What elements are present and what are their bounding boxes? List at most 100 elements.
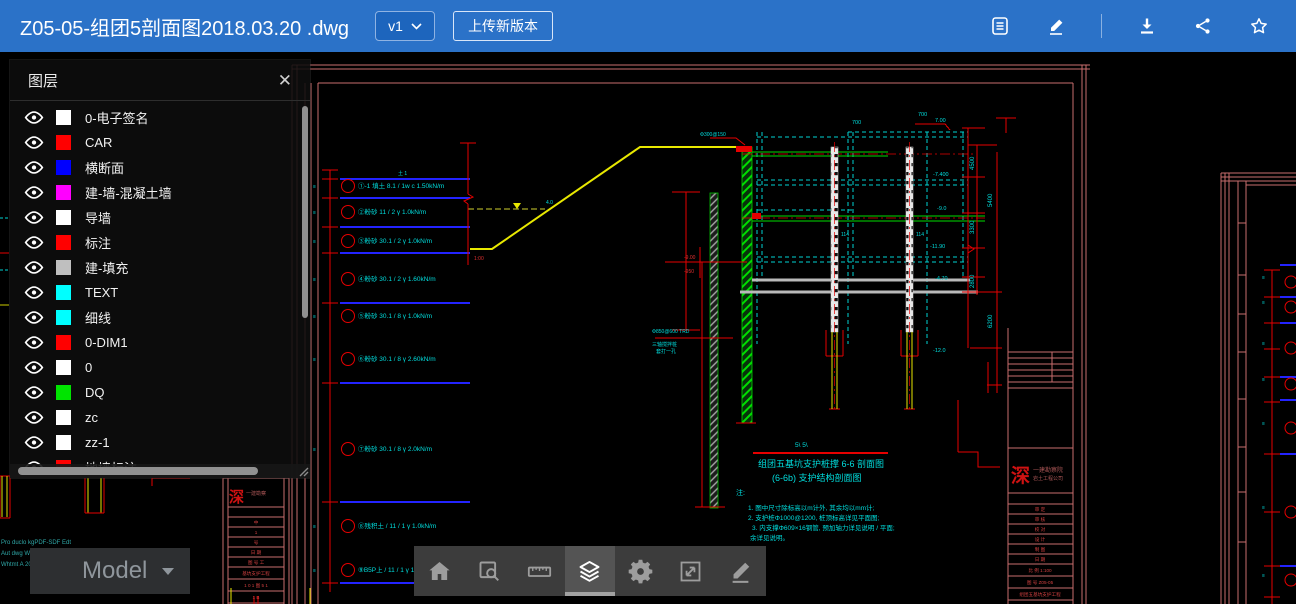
layer-item[interactable]: 建-填充 [10,255,310,280]
svg-text:余详见说明。: 余详见说明。 [750,533,789,542]
home-icon[interactable] [414,546,464,596]
svg-text:注:: 注: [736,488,745,497]
svg-text:1 B: 1 B [253,595,260,600]
layer-color-swatch [56,310,71,325]
svg-text:-4.70: -4.70 [935,276,948,282]
fullscreen-icon[interactable] [665,546,715,596]
layer-color-swatch [56,185,71,200]
retaining-walls: -9.00 -950 Φ300@150 Φ850@600 TRD 三轴搅拌桩 套… [652,132,756,508]
version-dropdown[interactable]: v1 [375,11,435,41]
svg-text:≡: ≡ [1262,573,1265,579]
visibility-eye-icon[interactable] [24,411,44,425]
visibility-eye-icon[interactable] [24,436,44,450]
layer-item[interactable]: 横断面 [10,155,310,180]
layers-panel-title: 图层 [28,70,274,91]
zoom-window-icon[interactable] [464,546,514,596]
layer-item[interactable]: 0-DIM1 [10,330,310,355]
layer-item[interactable]: CAR [10,130,310,155]
layers-icon[interactable] [565,546,615,596]
visibility-eye-icon[interactable] [24,386,44,400]
dwg-viewer-app: Z05-05-组团5剖面图2018.03.20 .dwg v1 上传新版本 [0,0,1296,604]
svg-text:≡: ≡ [1262,300,1265,306]
visibility-eye-icon[interactable] [24,211,44,225]
section-title: 5\ 5\ 组团五基坑支护桩撑 6-6 剖面图 (6-6b) 支护结构剖面图 注… [736,442,895,542]
layer-item[interactable]: TEXT [10,280,310,305]
file-title: Z05-05-组团5剖面图2018.03.20 .dwg [20,12,349,41]
visibility-eye-icon[interactable] [24,161,44,175]
visibility-eye-icon[interactable] [24,136,44,150]
vertical-scrollbar[interactable] [302,106,308,318]
layer-item[interactable]: zz-1 [10,430,310,455]
layer-item[interactable]: 标注 [10,230,310,255]
model-space-dropdown[interactable]: Model [30,548,190,594]
visibility-eye-icon[interactable] [24,361,44,375]
visibility-eye-icon[interactable] [24,311,44,325]
svg-text:≡: ≡ [1262,275,1265,281]
svg-text:7.00: 7.00 [935,118,946,124]
layer-color-swatch [56,385,71,400]
layer-color-swatch [56,235,71,250]
download-icon[interactable] [1136,15,1158,37]
layer-item[interactable]: 细线 [10,305,310,330]
svg-text:号: 号 [254,540,259,546]
caret-down-icon [162,568,174,575]
soil-table-header: 土 1 [398,170,407,177]
svg-text:≡: ≡ [1262,377,1265,383]
layer-item[interactable]: 导墙 [10,205,310,230]
layer-name: 0-DIM1 [85,335,128,350]
layer-item[interactable]: zc [10,405,310,430]
layer-item[interactable]: 0 [10,355,310,380]
file-details-icon[interactable] [989,15,1011,37]
svg-text:审 核: 审 核 [1035,516,1046,523]
share-icon[interactable] [1192,15,1214,37]
svg-text:≡: ≡ [1262,341,1265,347]
favorite-star-icon[interactable] [1248,15,1270,37]
layer-color-swatch [56,435,71,450]
annotate-pencil-icon[interactable] [1045,15,1067,37]
svg-text:700: 700 [918,112,927,118]
svg-text:4500: 4500 [970,156,976,170]
svg-text:-9.0: -9.0 [937,206,946,212]
cad-canvas[interactable]: 土 1 ≡≡≡ ≡≡≡ ≡≡≡ ①-1 填土 8.1 / 1w c 1.50kN… [0,52,1296,604]
chevron-down-icon [411,23,422,30]
settings-gear-icon[interactable] [615,546,665,596]
svg-text:Φ850@600 TRD: Φ850@600 TRD [652,329,690,335]
top-bar: Z05-05-组团5剖面图2018.03.20 .dwg v1 上传新版本 [0,0,1296,52]
svg-text:700: 700 [852,120,861,126]
svg-text:⑦粉砂 30.1 / 8 γ 2.0kN/m: ⑦粉砂 30.1 / 8 γ 2.0kN/m [358,444,432,453]
horizontal-scrollbar-track[interactable] [10,464,310,478]
soil-table-right: ≡≡≡ ≡≡≡≡ [1262,265,1296,604]
resize-handle-icon[interactable] [298,466,309,477]
visibility-eye-icon[interactable] [24,236,44,250]
layer-name: 0 [85,360,92,375]
svg-text:114: 114 [916,232,924,238]
close-icon[interactable]: ✕ [274,70,296,91]
svg-text:5400: 5400 [988,193,994,207]
layer-item[interactable]: 建-墙-混凝土墙 [10,180,310,205]
left-edge-marks [0,218,9,305]
layer-color-swatch [56,260,71,275]
layer-item[interactable]: DQ [10,380,310,405]
svg-text:-11.90: -11.90 [930,244,945,250]
svg-text:1. 图中尺寸除标高以m计外, 其余均以mm计;: 1. 图中尺寸除标高以m计外, 其余均以mm计; [748,503,875,512]
layer-name: 细线 [85,308,111,327]
layer-item[interactable]: 0-电子签名 [10,105,310,130]
svg-text:≡: ≡ [313,239,316,245]
measure-ruler-icon[interactable] [515,546,565,596]
divider [1101,14,1102,38]
upload-new-version-button[interactable]: 上传新版本 [453,11,553,41]
drawing-title-line2: (6-6b) 支护结构剖面图 [772,472,862,483]
visibility-eye-icon[interactable] [24,111,44,125]
visibility-eye-icon[interactable] [24,261,44,275]
svg-text:3. 内支撑Φ609×16钢管, 预加轴力详见说明 / 平面: 3. 内支撑Φ609×16钢管, 预加轴力详见说明 / 平面; [752,523,895,532]
markup-pencil-icon[interactable] [716,546,766,596]
visibility-eye-icon[interactable] [24,186,44,200]
svg-text:基坑支护工程: 基坑支护工程 [242,570,270,577]
svg-text:≡: ≡ [313,568,316,574]
svg-text:制 图: 制 图 [1035,546,1046,553]
visibility-eye-icon[interactable] [24,286,44,300]
svg-text:-12.0: -12.0 [933,348,946,354]
visibility-eye-icon[interactable] [24,336,44,350]
horizontal-scrollbar-thumb[interactable] [18,467,258,475]
svg-text:中: 中 [254,519,259,526]
